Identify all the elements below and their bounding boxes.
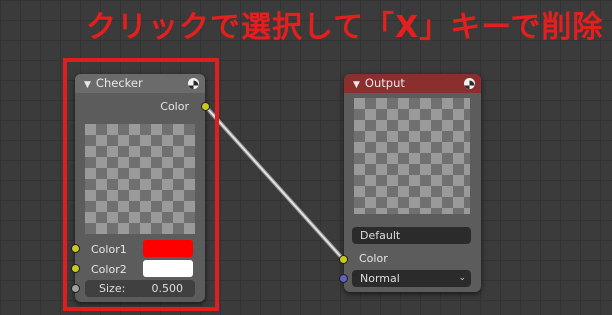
blend-mode-dropdown[interactable]: Normal ⌄ xyxy=(352,270,471,287)
blend-mode-value: Normal xyxy=(360,272,400,285)
selection-highlight xyxy=(63,58,219,311)
output-name-field[interactable]: Default xyxy=(352,227,471,244)
shader-input-socket[interactable] xyxy=(339,274,348,283)
node-title: Output xyxy=(364,76,405,90)
output-node[interactable]: ▼ Output Default Color Normal ⌄ xyxy=(344,74,481,292)
dropdown-chevron-icon: ⌄ xyxy=(458,273,466,283)
input-color-label: Color xyxy=(359,252,388,265)
output-preview xyxy=(354,98,470,214)
output-node-header[interactable]: ▼ Output xyxy=(344,74,481,93)
collapse-arrow-icon[interactable]: ▼ xyxy=(353,80,360,90)
output-name-value: Default xyxy=(360,229,401,242)
color-input-socket[interactable] xyxy=(339,255,348,264)
material-globe-icon[interactable] xyxy=(464,78,475,89)
